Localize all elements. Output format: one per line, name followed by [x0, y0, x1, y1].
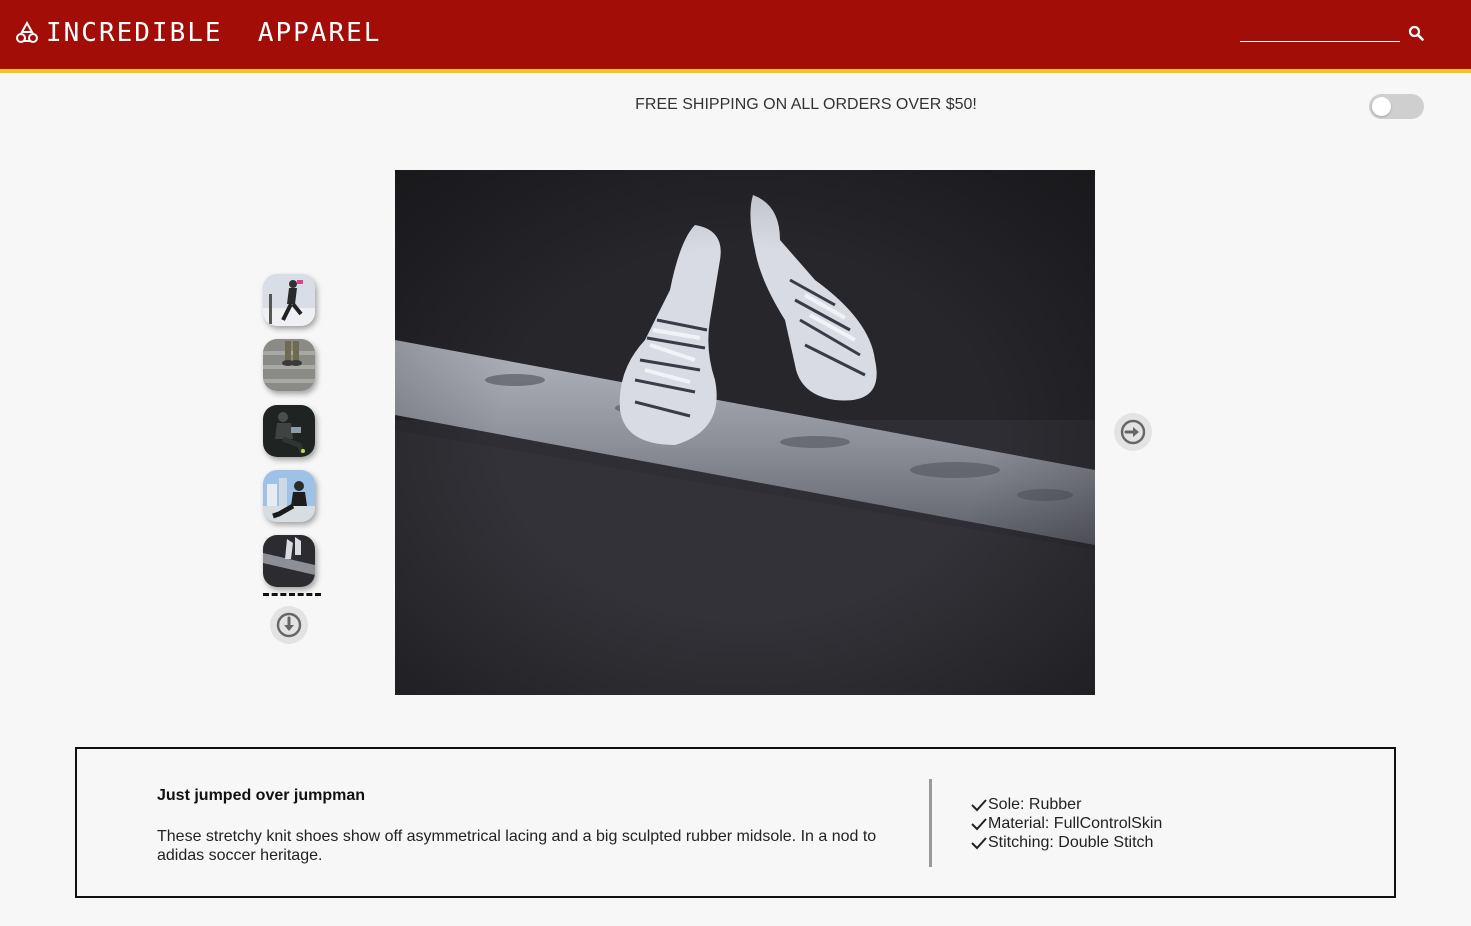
main-product-image — [395, 170, 1095, 695]
site-header: INCREDIBLE APPAREL — [0, 0, 1471, 73]
brand-logo-icon — [16, 20, 38, 43]
thumbnail-person-kicking-icon — [263, 274, 315, 326]
thumbnail-shoes-dangling-icon — [263, 535, 315, 587]
feature-text: Sole: Rubber — [988, 796, 1082, 813]
arrow-down-circle-icon — [276, 612, 302, 638]
feature-item: Material: FullControlSkin — [971, 814, 1162, 833]
next-image-button[interactable] — [1114, 413, 1152, 451]
arrow-right-circle-icon — [1120, 419, 1146, 445]
feature-text: Stitching: Double Stitch — [988, 834, 1154, 851]
thumbnail-5-selected[interactable] — [263, 535, 315, 587]
search-input-underline — [1240, 41, 1400, 42]
check-icon — [971, 836, 987, 849]
product-info-panel: Just jumped over jumpman These stretchy … — [75, 747, 1396, 898]
thumbnail-3[interactable] — [263, 405, 315, 457]
check-icon — [971, 817, 987, 830]
search-icon[interactable] — [1408, 25, 1424, 41]
brand-name: INCREDIBLE APPAREL — [46, 18, 382, 48]
thumbnail-1[interactable] — [263, 274, 315, 326]
product-photo-sneakers — [395, 170, 1095, 695]
toggle-knob — [1372, 97, 1391, 116]
shipping-banner: FREE SHIPPING ON ALL ORDERS OVER $50! — [635, 96, 977, 113]
feature-list: Sole: Rubber Material: FullControlSkin S… — [971, 795, 1162, 852]
check-icon — [971, 798, 987, 811]
thumbnail-2[interactable] — [263, 339, 315, 391]
thumbnail-person-sitting-dark-icon — [263, 405, 315, 457]
theme-toggle[interactable] — [1369, 94, 1424, 119]
feature-item: Sole: Rubber — [971, 795, 1162, 814]
product-description: These stretchy knit shoes show off asymm… — [157, 828, 877, 864]
thumbnail-4[interactable] — [263, 470, 315, 522]
info-divider — [929, 779, 932, 867]
thumbnail-person-sitting-city-icon — [263, 470, 315, 522]
feature-text: Material: FullControlSkin — [988, 815, 1163, 832]
feature-item: Stitching: Double Stitch — [971, 833, 1162, 852]
selected-thumbnail-indicator — [263, 593, 321, 596]
product-title: Just jumped over jumpman — [157, 787, 366, 804]
scroll-down-button[interactable] — [270, 606, 308, 644]
brand[interactable]: INCREDIBLE APPAREL — [14, 18, 381, 48]
search-input[interactable] — [1240, 20, 1404, 42]
thumbnail-shoes-on-stairs-icon — [263, 339, 315, 391]
